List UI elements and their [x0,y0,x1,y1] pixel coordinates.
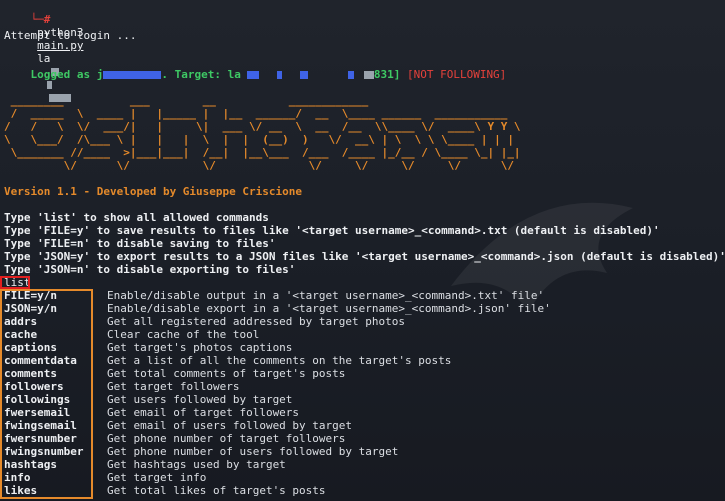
command-description: Get phone number of target followers [107,432,346,445]
help-line: Type 'FILE=y' to save results to files l… [4,224,660,237]
help-line: Type 'list' to show all allowed commands [4,211,269,224]
help-line: Type 'JSON=y' to export results to a JSO… [4,250,725,263]
redacted-target [347,71,354,79]
command-names-highlight [0,289,93,499]
command-description: Enable/disable output in a '<target user… [107,289,545,302]
terminal-window: └─# python3 main.py la Attempt to login … [0,0,725,501]
logged-prefix: Logged as j [30,68,104,81]
prompt-arrow: └─# [30,13,51,26]
command-description: Get total comments of target's posts [107,367,346,380]
follow-status: [NOT FOLLOWING] [406,68,507,81]
command-description: Get email of users followed by target [107,419,353,432]
command-description: Get phone number of users followed by ta… [107,445,399,458]
logged-suffix: 831] [373,68,401,81]
command-description: Get total likes of target's posts [107,484,326,497]
redacted-target [276,71,282,79]
command-description: Get target followers [107,380,240,393]
list-input-highlight [0,276,30,289]
redacted-target [246,71,259,79]
logged-target: . Target: la [161,68,241,81]
version-text: Version 1.1 - Developed by Giuseppe Cris… [4,185,303,198]
redacted-target [299,71,308,79]
command-description: Get hashtags used by target [107,458,286,471]
command-description: Enable/disable export in a '<target user… [107,302,551,315]
command-description: Get users followed by target [107,393,293,406]
redacted-target [363,71,374,79]
attempt-login-text: Attempt to login ... [4,29,137,42]
command-description: Get a list of all the comments on the ta… [107,354,452,367]
logged-in-line: Logged as j . Target: la 831] [NOT FOLLOWI… [4,55,507,94]
command-description: Get all registered addressed by target p… [107,315,406,328]
command-description: Clear cache of the tool [107,328,260,341]
help-line: Type 'FILE=n' to disable saving to files… [4,237,276,250]
redacted-username [103,71,162,79]
command-description: Get target's photos captions [107,341,293,354]
help-line: Type 'JSON=n' to disable exporting to fi… [4,263,296,276]
command-description: Get target info [107,471,207,484]
command-description: Get email of target followers [107,406,300,419]
osintgram-ascii-banner: ________ ___ __ ____________ / _____ \ _… [4,94,521,172]
